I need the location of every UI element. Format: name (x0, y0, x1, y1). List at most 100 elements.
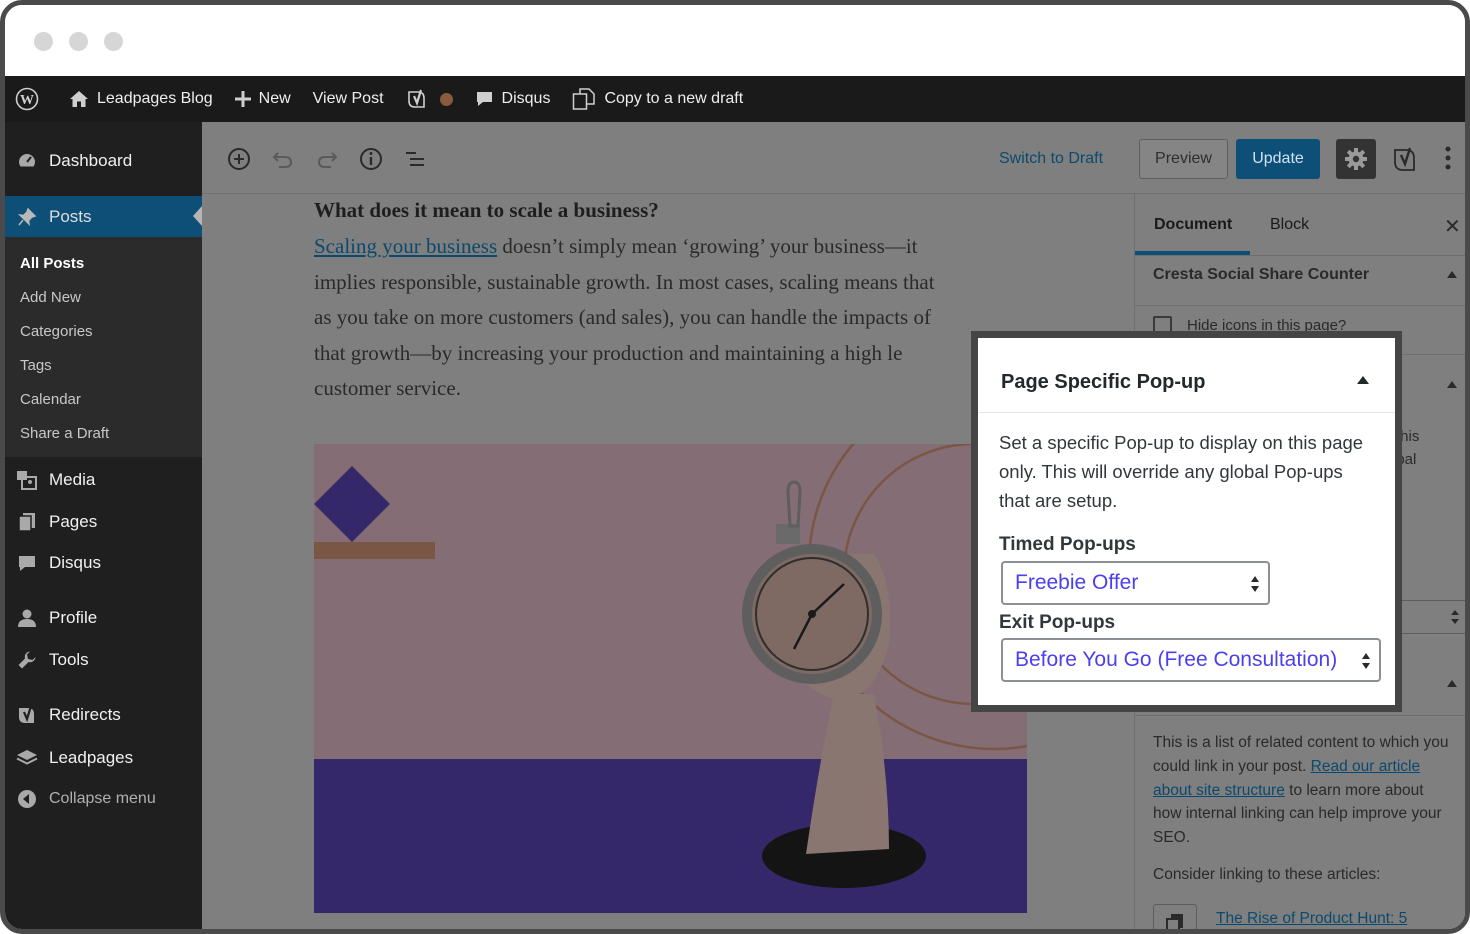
copy-icon (573, 88, 596, 110)
yoast-seo-menu[interactable] (395, 76, 464, 122)
submenu-share-draft[interactable]: Share a Draft (20, 425, 109, 442)
internal-linking-text: This is a list of related content to whi… (1153, 731, 1453, 850)
sidebar-label-media: Media (49, 470, 96, 489)
sidebar-item-leadpages[interactable]: Leadpages (5, 738, 202, 778)
hero-illustration (314, 444, 1027, 913)
sidebar-label-redirects: Redirects (49, 705, 121, 724)
timed-popups-select[interactable]: Freebie Offer (1001, 561, 1270, 605)
admin-sidebar: Dashboard Posts All Posts Add New Catego… (5, 122, 202, 929)
submenu-calendar[interactable]: Calendar (20, 391, 81, 408)
sidebar-item-disqus[interactable]: Disqus (5, 543, 202, 583)
submenu-add-new[interactable]: Add New (20, 289, 81, 306)
window-maximize-dot[interactable] (104, 32, 123, 51)
timed-popups-value: Freebie Offer (1015, 571, 1139, 594)
obscured-select[interactable] (1399, 600, 1465, 634)
window-close-dot[interactable] (34, 32, 53, 51)
submenu-all-posts[interactable]: All Posts (20, 255, 84, 272)
yoast-icon (19, 705, 34, 723)
disqus-link[interactable]: Disqus (464, 76, 562, 122)
page-specific-popup-panel: Page Specific Pop-up Set a specific Pop-… (971, 331, 1402, 712)
chevron-up-icon[interactable] (1357, 376, 1369, 384)
related-article-link[interactable]: The Rise of Product Hunt: 5 (1216, 910, 1407, 928)
select-arrows-icon (1451, 610, 1459, 624)
scaling-business-link[interactable]: Scaling your business (314, 234, 497, 258)
new-content-link[interactable]: New (224, 76, 302, 122)
chevron-up-icon[interactable] (1447, 271, 1457, 278)
tab-block[interactable]: Block (1270, 216, 1309, 234)
window-minimize-dot[interactable] (69, 32, 88, 51)
content-heading[interactable]: What does it mean to scale a business? (314, 198, 659, 223)
undo-icon[interactable] (270, 146, 296, 172)
redo-icon[interactable] (314, 146, 340, 172)
tab-document[interactable]: Document (1154, 216, 1232, 234)
sidebar-label-tools: Tools (49, 650, 89, 669)
browser-window: W Leadpages Blog New View Post Disqus Co… (0, 0, 1470, 934)
popup-panel-title[interactable]: Page Specific Pop-up (1001, 371, 1205, 394)
sidebar-item-pages[interactable]: Pages (5, 502, 202, 542)
posts-submenu: All Posts Add New Categories Tags Calend… (5, 237, 202, 457)
admin-bar: W Leadpages Blog New View Post Disqus Co… (5, 76, 1465, 122)
paragraph-line-4: that growth—by increasing your productio… (314, 340, 903, 365)
pages-icon (18, 513, 35, 532)
more-options-icon[interactable] (1442, 144, 1454, 172)
copy-link-button[interactable] (1153, 904, 1197, 929)
preview-button[interactable]: Preview (1139, 139, 1228, 179)
sidebar-item-dashboard[interactable]: Dashboard (5, 141, 202, 181)
submenu-categories[interactable]: Categories (20, 323, 93, 340)
view-post-label: View Post (312, 90, 384, 107)
exit-popups-value: Before You Go (Free Consultation) (1015, 648, 1338, 671)
sidebar-item-media[interactable]: Media (5, 460, 202, 500)
editor-toolbar: Switch to Draft Preview Update (202, 122, 1465, 194)
pin-icon (17, 207, 37, 226)
sidebar-item-tools[interactable]: Tools (5, 640, 202, 680)
submenu-tags[interactable]: Tags (20, 357, 52, 374)
window-titlebar (5, 5, 1465, 76)
popup-description: Set a specific Pop-up to display on this… (999, 432, 1364, 511)
sidebar-label-dashboard: Dashboard (49, 151, 133, 170)
yoast-sidebar-icon[interactable] (1392, 145, 1418, 173)
site-name: Leadpages Blog (97, 90, 213, 107)
view-post-link[interactable]: View Post (302, 76, 395, 122)
switch-to-draft-button[interactable]: Switch to Draft (999, 150, 1103, 168)
sidebar-item-posts[interactable]: Posts (5, 196, 202, 237)
settings-button[interactable] (1336, 139, 1376, 179)
paragraph-line-2: implies responsible, sustainable growth.… (314, 269, 935, 294)
close-panel-button[interactable]: ✕ (1444, 214, 1461, 239)
wordpress-logo[interactable]: W (5, 76, 58, 122)
featured-image[interactable] (314, 444, 1027, 913)
chevron-up-icon[interactable] (1447, 680, 1457, 687)
select-arrows-icon (1362, 653, 1370, 669)
panel-divider (1135, 715, 1465, 716)
plus-icon (234, 91, 251, 107)
sidebar-label-pages: Pages (49, 512, 98, 531)
info-icon[interactable] (358, 146, 384, 172)
social-share-section-title[interactable]: Cresta Social Share Counter (1153, 266, 1369, 284)
user-icon (18, 609, 36, 627)
svg-text:W: W (20, 93, 34, 108)
comment-icon (476, 92, 492, 106)
paragraph-line-3: as you take on more customers (and sales… (314, 305, 931, 329)
site-name-link[interactable]: Leadpages Blog (58, 76, 224, 122)
block-navigation-icon[interactable] (402, 146, 428, 172)
exit-popups-label: Exit Pop-ups (999, 612, 1116, 633)
sidebar-item-redirects[interactable]: Redirects (5, 695, 202, 735)
panel-divider (1135, 305, 1465, 306)
popup-divider (978, 412, 1395, 413)
collapse-icon (18, 790, 36, 808)
paragraph-line-5: customer service. (314, 376, 461, 400)
document-icon (1166, 914, 1183, 929)
exit-popups-select[interactable]: Before You Go (Free Consultation) (1001, 638, 1381, 682)
sidebar-collapse-menu[interactable]: Collapse menu (5, 779, 202, 819)
content-paragraph[interactable]: Scaling your business doesn’t simply mea… (314, 229, 1014, 407)
yoast-icon (407, 89, 425, 108)
chevron-up-icon[interactable] (1447, 381, 1457, 388)
sidebar-label-collapse: Collapse menu (49, 790, 156, 807)
panel-divider (1135, 255, 1465, 256)
update-button[interactable]: Update (1236, 139, 1320, 179)
seo-score-dot (439, 92, 453, 106)
sidebar-item-profile[interactable]: Profile (5, 598, 202, 638)
add-block-icon[interactable] (226, 146, 252, 172)
timed-popups-label: Timed Pop-ups (999, 534, 1136, 555)
select-arrows-icon (1251, 576, 1259, 592)
copy-to-draft-link[interactable]: Copy to a new draft (561, 76, 754, 122)
